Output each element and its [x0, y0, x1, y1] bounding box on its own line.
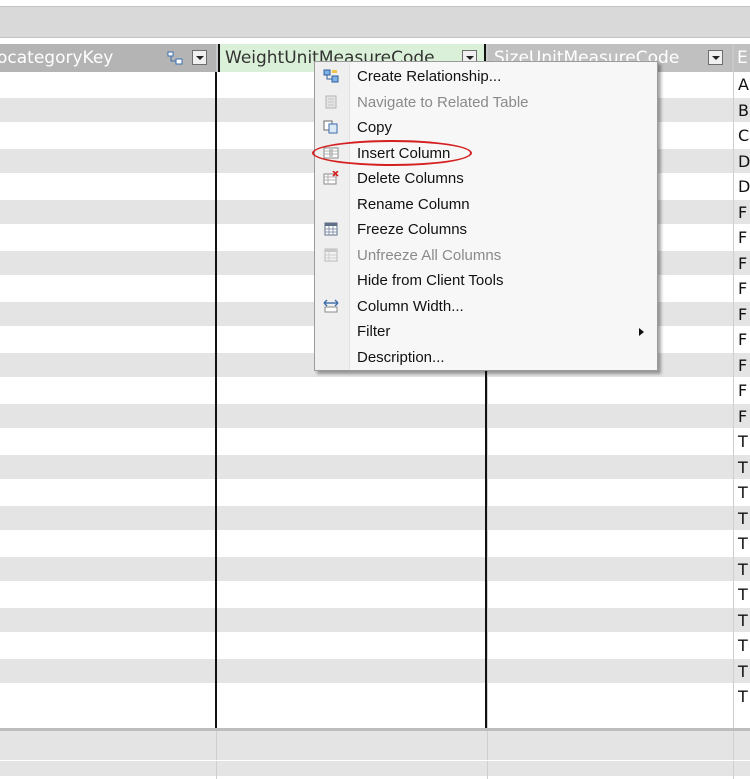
column-header-label: ocategoryKey — [0, 48, 114, 68]
menu-item-rename-column[interactable]: Rename Column — [316, 192, 656, 218]
cell-text: B — [738, 100, 749, 120]
menu-item-label: Insert Column — [357, 144, 451, 162]
freeze-columns-icon — [324, 222, 338, 236]
menu-item-label: Delete Columns — [357, 170, 464, 187]
cell-text: D — [738, 177, 750, 196]
cell-text: F — [738, 330, 748, 349]
create-relationship-icon — [323, 69, 339, 83]
menu-item-label: Navigate to Related Table — [357, 93, 529, 111]
menu-item-filter[interactable]: Filter — [316, 319, 656, 345]
unfreeze-columns-icon — [324, 248, 338, 261]
relationship-icon — [167, 51, 183, 65]
table-row[interactable]: T — [0, 607, 750, 633]
cell-text: T — [738, 559, 748, 579]
menu-item-label: Rename Column — [357, 195, 470, 213]
menu-item-label: Description... — [357, 348, 445, 366]
cell-text: T — [738, 687, 748, 706]
calculation-area[interactable] — [0, 728, 750, 779]
cell-text: T — [738, 483, 748, 502]
column-width-icon — [323, 299, 339, 312]
cell-text: F — [738, 279, 748, 298]
cell-text: C — [738, 126, 750, 145]
column-divider — [216, 731, 217, 779]
menu-item-label: Create Relationship... — [357, 68, 502, 85]
menu-item-insert-column[interactable]: Insert Column — [316, 141, 656, 167]
submenu-arrow-icon — [639, 328, 644, 336]
table-row[interactable]: T — [0, 531, 750, 557]
table-row[interactable]: T — [0, 480, 750, 506]
cell-text: T — [738, 457, 748, 477]
menu-item-freeze-columns[interactable]: Freeze Columns — [316, 217, 656, 243]
menu-item-unfreeze-all-columns[interactable]: Unfreeze All Columns — [316, 243, 656, 269]
delete-columns-icon — [323, 171, 339, 185]
column-header-label: E — [737, 48, 748, 68]
menu-item-description[interactable]: Description... — [316, 345, 656, 371]
menu-item-copy[interactable]: Copy — [316, 115, 656, 141]
column-divider — [733, 72, 734, 728]
cell-text: F — [738, 304, 748, 324]
cell-text: T — [738, 661, 748, 681]
cell-text: T — [738, 610, 748, 630]
cell-text: F — [738, 228, 748, 247]
table-row[interactable]: F — [0, 378, 750, 404]
copy-icon — [323, 120, 338, 134]
insert-column-icon — [323, 147, 339, 158]
table-row[interactable]: T — [0, 658, 750, 684]
cell-text: F — [738, 381, 748, 400]
cell-text: T — [738, 508, 748, 528]
selected-column-left-border — [215, 72, 217, 728]
menu-item-delete-columns[interactable]: Delete Columns — [316, 166, 656, 192]
menu-item-label: Column Width... — [357, 297, 464, 315]
column-divider — [487, 731, 488, 779]
menu-item-label: Hide from Client Tools — [357, 272, 504, 289]
menu-item-label: Filter — [357, 323, 391, 340]
table-row[interactable]: T — [0, 684, 750, 710]
cell-text: T — [738, 432, 748, 451]
menu-item-label: Freeze Columns — [357, 221, 468, 238]
column-filter-dropdown-button[interactable] — [192, 50, 207, 65]
cell-text: D — [738, 151, 750, 171]
column-header-subcategorykey[interactable]: ocategoryKey — [0, 44, 216, 72]
table-row[interactable]: T — [0, 505, 750, 531]
menu-item-label: Unfreeze All Columns — [357, 246, 502, 264]
cell-text: F — [738, 406, 748, 426]
cell-text: T — [738, 636, 748, 655]
cell-text: F — [738, 253, 748, 273]
cell-text: T — [738, 585, 748, 604]
table-row[interactable]: T — [0, 429, 750, 455]
table-row[interactable]: T — [0, 556, 750, 582]
cell-text: F — [738, 202, 748, 222]
table-row[interactable]: T — [0, 582, 750, 608]
cell-text: F — [738, 355, 748, 375]
menu-item-navigate-related-table[interactable]: Navigate to Related Table — [316, 90, 656, 116]
column-divider — [733, 731, 734, 779]
menu-item-hide-from-client-tools[interactable]: Hide from Client Tools — [316, 268, 656, 294]
table-title-strip — [0, 6, 750, 38]
calculation-area-divider — [0, 760, 750, 761]
table-row[interactable]: F — [0, 403, 750, 429]
column-header-e[interactable]: E — [734, 44, 750, 72]
column-filter-dropdown-button[interactable] — [708, 50, 723, 65]
menu-item-column-width[interactable]: Column Width... — [316, 294, 656, 320]
table-row[interactable]: T — [0, 454, 750, 480]
menu-item-create-relationship[interactable]: Create Relationship... — [316, 64, 656, 90]
table-row[interactable]: T — [0, 633, 750, 659]
cell-text: T — [738, 534, 748, 553]
cell-text: A — [738, 75, 749, 94]
navigate-table-icon — [325, 95, 337, 108]
menu-item-label: Copy — [357, 119, 393, 136]
column-context-menu: Create Relationship... Navigate to Relat… — [314, 61, 658, 371]
